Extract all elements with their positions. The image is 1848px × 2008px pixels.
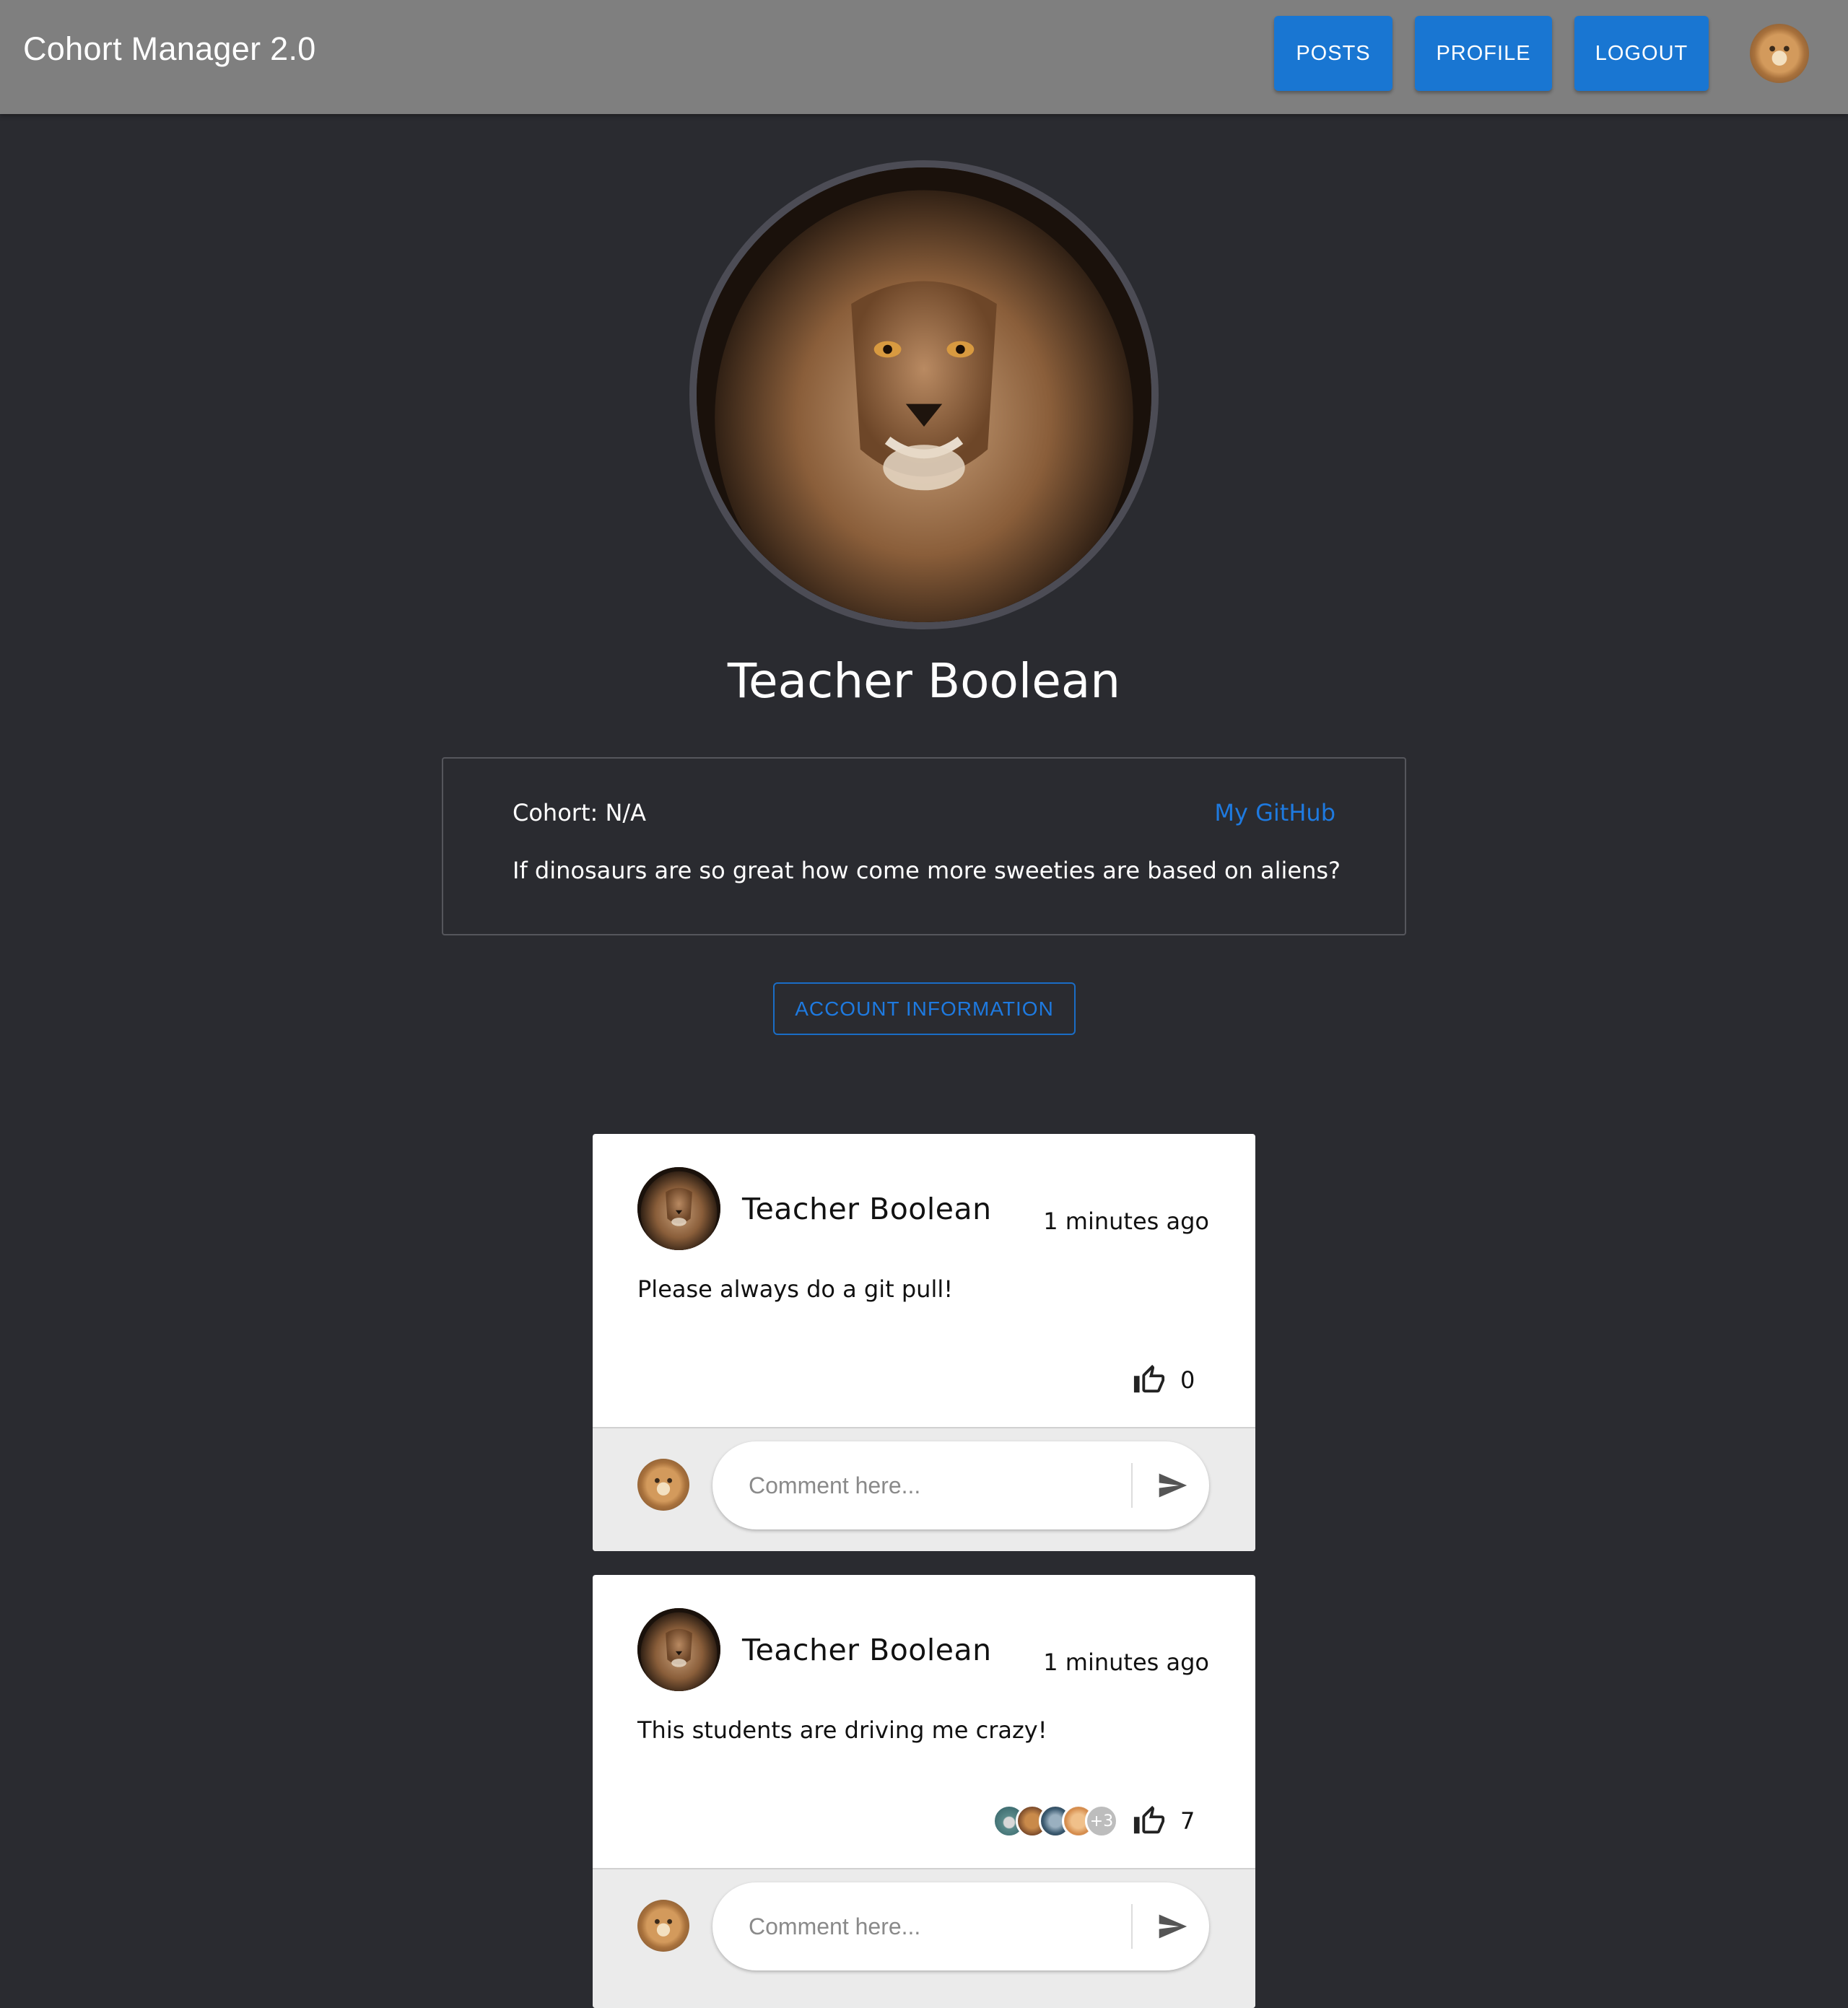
comment-bar <box>593 1427 1255 1551</box>
post-card: Teacher Boolean 1 minutes ago Please alw… <box>593 1134 1255 1551</box>
thumb-up-icon[interactable] <box>1131 1803 1167 1839</box>
cohort-label: Cohort: N/A <box>513 799 647 826</box>
profile-photo <box>689 160 1159 629</box>
post-text: Please always do a git pull! <box>637 1275 954 1303</box>
comment-bar <box>593 1868 1255 2008</box>
comment-input[interactable] <box>749 1441 1124 1529</box>
account-information-button[interactable]: ACCOUNT INFORMATION <box>773 982 1076 1035</box>
send-icon[interactable] <box>1146 1900 1199 1953</box>
comment-user-avatar <box>637 1459 689 1511</box>
like-row: 0 <box>1118 1362 1198 1398</box>
post-author-avatar <box>637 1167 720 1250</box>
like-count: 0 <box>1180 1366 1195 1394</box>
comment-user-avatar <box>637 1900 689 1952</box>
comment-box <box>712 1441 1209 1529</box>
profile-bio: If dinosaurs are so great how come more … <box>513 857 1341 884</box>
post-timestamp: 1 minutes ago <box>1043 1208 1209 1235</box>
post-body: Teacher Boolean 1 minutes ago Please alw… <box>593 1134 1255 1427</box>
comment-box <box>712 1882 1209 1970</box>
post-author-avatar <box>637 1608 720 1691</box>
user-avatar[interactable] <box>1750 24 1809 83</box>
like-count: 7 <box>1180 1807 1195 1835</box>
post-text: This students are driving me crazy! <box>637 1716 1047 1744</box>
app-title: Cohort Manager 2.0 <box>23 30 316 67</box>
post-author-name: Teacher Boolean <box>742 1192 992 1226</box>
logout-button[interactable]: LOGOUT <box>1574 16 1709 91</box>
posts-button[interactable]: POSTS <box>1274 16 1392 91</box>
comment-input[interactable] <box>749 1882 1124 1970</box>
profile-name: Teacher Boolean <box>727 653 1121 709</box>
like-row: +3 7 <box>993 1803 1198 1839</box>
thumb-up-icon[interactable] <box>1131 1362 1167 1398</box>
comment-divider <box>1131 1904 1133 1949</box>
post-author-name: Teacher Boolean <box>742 1633 992 1667</box>
post-timestamp: 1 minutes ago <box>1043 1649 1209 1676</box>
more-likers-badge[interactable]: +3 <box>1085 1804 1118 1838</box>
comment-divider <box>1131 1463 1133 1508</box>
send-icon[interactable] <box>1146 1459 1199 1512</box>
profile-info-card: Cohort: N/A My GitHub If dinosaurs are s… <box>442 757 1406 935</box>
profile-button[interactable]: PROFILE <box>1415 16 1552 91</box>
app-header: Cohort Manager 2.0 POSTS PROFILE LOGOUT <box>0 0 1848 114</box>
post-card: Teacher Boolean 1 minutes ago This stude… <box>593 1575 1255 2008</box>
github-link[interactable]: My GitHub <box>1214 799 1335 826</box>
post-body: Teacher Boolean 1 minutes ago This stude… <box>593 1575 1255 1868</box>
